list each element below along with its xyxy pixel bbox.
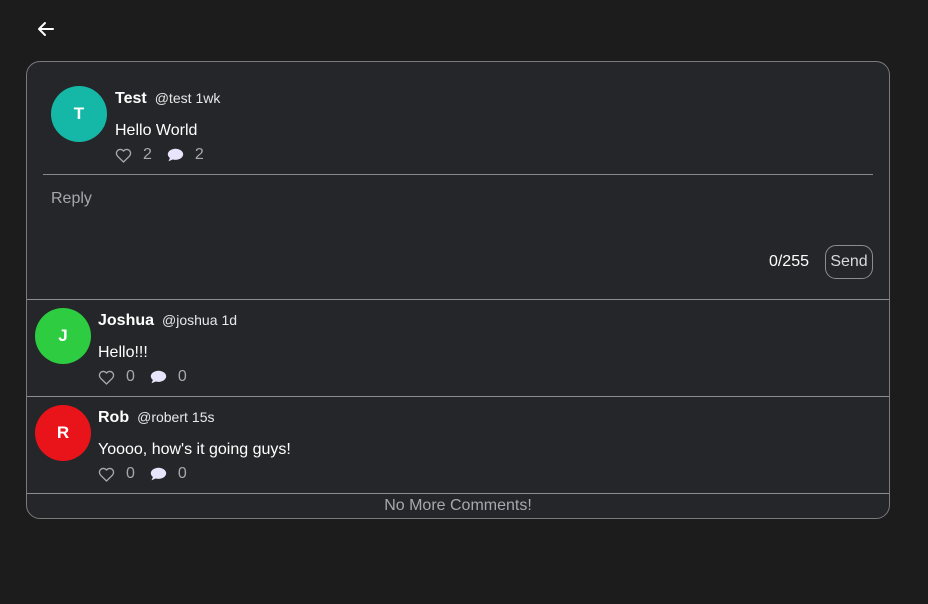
- comment-button[interactable]: 2: [167, 146, 204, 164]
- comment-time: 1d: [221, 312, 238, 328]
- heart-icon: [115, 148, 132, 163]
- comment-actions: 0 0: [98, 465, 187, 483]
- avatar-letter: R: [56, 423, 70, 442]
- speech-bubble-icon: [150, 467, 167, 481]
- like-button[interactable]: 0: [98, 368, 135, 386]
- comment-item: J Joshua @joshua 1d Hello!!! 0 0: [27, 299, 889, 396]
- main-post: T Test @test 1wk Hello World 2 2: [51, 86, 873, 176]
- comment-count: 0: [177, 368, 187, 385]
- comment-count: 2: [194, 146, 204, 163]
- avatar[interactable]: T: [51, 86, 107, 142]
- like-count: 0: [126, 465, 135, 482]
- avatar[interactable]: J: [35, 308, 91, 364]
- character-counter: 0/255: [768, 253, 809, 270]
- avatar-letter: T: [73, 104, 85, 123]
- comment-meta: Rob @robert 15s: [98, 409, 214, 427]
- arrow-left-icon: [38, 22, 54, 36]
- post-actions: 2 2: [115, 146, 204, 164]
- post-meta: Test @test 1wk: [115, 90, 220, 108]
- author-handle[interactable]: @robert: [137, 409, 188, 425]
- avatar-letter: J: [58, 326, 68, 345]
- like-button[interactable]: 2: [115, 146, 152, 164]
- comment-item: R Rob @robert 15s Yoooo, how's it going …: [27, 396, 889, 493]
- comment-button[interactable]: 0: [150, 465, 187, 483]
- end-of-comments-label: No More Comments!: [27, 493, 889, 518]
- comment-button[interactable]: 0: [150, 368, 187, 386]
- heart-icon: [98, 467, 115, 482]
- author-handle[interactable]: @test: [155, 90, 192, 106]
- author-name[interactable]: Joshua: [98, 312, 154, 330]
- speech-bubble-icon: [167, 148, 184, 162]
- post-text: Hello World: [115, 122, 198, 139]
- post-card: T Test @test 1wk Hello World 2 2 Reply 0…: [26, 61, 890, 519]
- author-name[interactable]: Rob: [98, 409, 129, 427]
- author-handle[interactable]: @joshua: [162, 312, 217, 328]
- reply-input[interactable]: [51, 187, 751, 211]
- comment-count: 0: [177, 465, 187, 482]
- comment-meta: Joshua @joshua 1d: [98, 312, 237, 330]
- reply-box: 0/255 Send: [27, 175, 889, 299]
- send-button[interactable]: Send: [825, 245, 873, 279]
- comment-text: Yoooo, how's it going guys!: [98, 441, 291, 458]
- like-button[interactable]: 0: [98, 465, 135, 483]
- like-count: 0: [126, 368, 135, 385]
- avatar[interactable]: R: [35, 405, 91, 461]
- post-time: 1wk: [195, 90, 221, 106]
- comment-actions: 0 0: [98, 368, 187, 386]
- back-button[interactable]: [34, 18, 58, 40]
- heart-icon: [98, 370, 115, 385]
- author-name[interactable]: Test: [115, 90, 147, 108]
- comment-time: 15s: [191, 409, 215, 425]
- speech-bubble-icon: [150, 370, 167, 384]
- like-count: 2: [143, 146, 152, 163]
- comment-text: Hello!!!: [98, 344, 148, 361]
